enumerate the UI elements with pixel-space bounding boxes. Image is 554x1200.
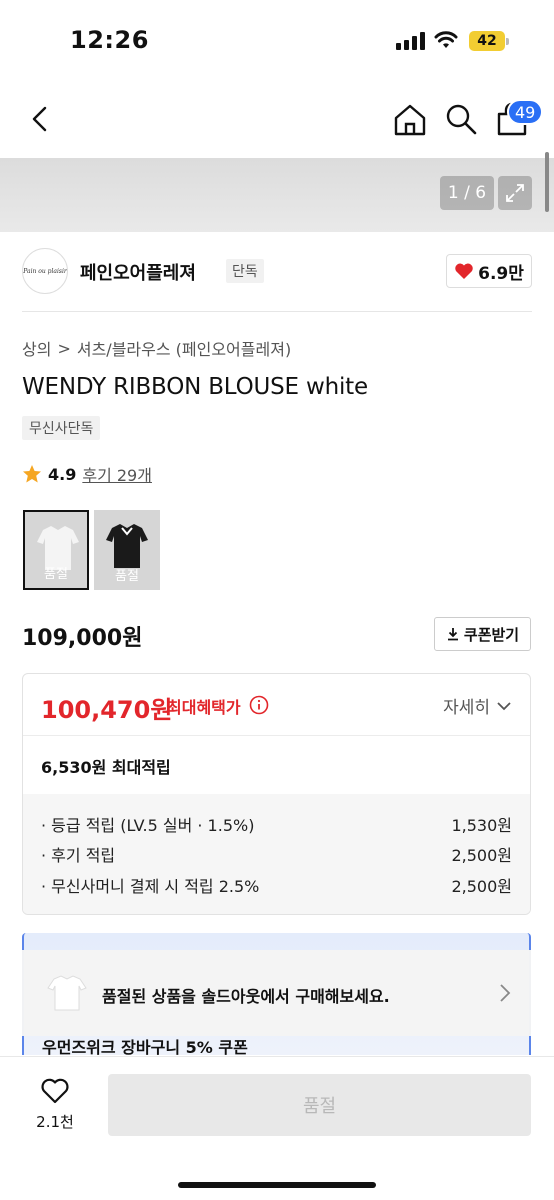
cellular-signal-icon — [396, 32, 425, 50]
max-benefit-label: 최대혜택가 — [167, 698, 241, 717]
home-indicator — [178, 1182, 376, 1188]
expand-image-button[interactable] — [498, 176, 532, 210]
cart-count-badge: 49 — [507, 99, 544, 125]
benefit-header[interactable]: 100,470원 최대혜택가 자세히 — [23, 674, 530, 736]
points-breakdown: · 등급 적립 (LV.5 실버 · 1.5%) 1,530원 · 후기 적립 … — [23, 794, 530, 914]
points-row-value: 2,500원 — [451, 877, 512, 896]
detail-toggle[interactable]: 자세히 — [443, 693, 512, 718]
gallery-page-indicator: 1 / 6 — [440, 176, 494, 210]
points-row-label: · 후기 적립 — [41, 846, 116, 865]
original-price: 109,000원 — [22, 626, 143, 651]
chevron-down-icon — [497, 701, 511, 710]
heart-filled-icon — [455, 263, 473, 279]
sold-out-label: 품절 — [115, 569, 139, 584]
breadcrumb-category[interactable]: 상의 — [22, 336, 51, 360]
expand-icon — [506, 184, 524, 202]
star-icon — [23, 465, 41, 483]
breadcrumb-subcategory[interactable]: 셔츠/블라우스 (페인오어플레져) — [77, 336, 291, 360]
color-option-black[interactable]: 품절 — [94, 510, 160, 590]
status-time: 12:26 — [70, 26, 149, 54]
breadcrumb-separator: > — [57, 338, 71, 358]
download-icon — [447, 628, 458, 641]
wifi-icon — [434, 31, 458, 48]
info-icon[interactable] — [249, 695, 269, 715]
coupon-download-button[interactable]: 쿠폰받기 — [434, 617, 531, 651]
detail-toggle-label: 자세히 — [443, 698, 490, 718]
rating-row: 4.9 후기 29개 — [22, 462, 152, 486]
points-row-value: 2,500원 — [451, 846, 512, 865]
promo-banner-text: 우먼즈위크 장바구니 5% 쿠폰 — [42, 1038, 248, 1057]
search-icon[interactable] — [444, 102, 478, 136]
points-summary: 6,530원 최대적립 — [23, 736, 530, 794]
wishlist-count: 2.1천 — [36, 1113, 74, 1131]
points-row: · 후기 적립 2,500원 — [41, 842, 512, 866]
top-navigation — [0, 80, 554, 158]
product-title: WENDY RIBBON BLOUSE white — [22, 374, 368, 400]
brand-row: Pain ou plaisir 페인오어플레져 단독 6.9만 — [22, 248, 532, 294]
brand-logo[interactable]: Pain ou plaisir — [22, 248, 68, 294]
color-option-white[interactable]: 품절 — [23, 510, 89, 590]
points-row-value: 1,530원 — [451, 816, 512, 835]
points-row: · 무신사머니 결제 시 적립 2.5% 2,500원 — [41, 873, 512, 897]
max-benefit-price: 100,470원 — [41, 696, 173, 724]
battery-icon: 42 — [469, 31, 509, 51]
exclusive-tag: 무신사단독 — [22, 416, 101, 440]
sold-out-label: 품절 — [44, 567, 68, 582]
brand-like-count: 6.9만 — [478, 263, 524, 284]
brand-exclusive-tag: 단독 — [226, 259, 264, 283]
wishlist-button[interactable]: 2.1천 — [30, 1077, 80, 1133]
rating-value: 4.9 — [48, 464, 77, 484]
brand-logo-text: Pain ou plaisir — [23, 267, 67, 275]
back-arrow-icon[interactable] — [26, 104, 56, 134]
bottom-action-bar: 2.1천 품절 — [0, 1056, 554, 1200]
points-row-label: · 등급 적립 (LV.5 실버 · 1.5%) — [41, 816, 255, 835]
benefit-box: 100,470원 최대혜택가 자세히 6,530원 최대적립 · 등급 적립 (… — [22, 673, 531, 915]
points-row-label: · 무신사머니 결제 시 적립 2.5% — [41, 877, 260, 896]
status-bar: 12:26 42 — [0, 0, 554, 80]
points-row: · 등급 적립 (LV.5 실버 · 1.5%) 1,530원 — [41, 812, 512, 836]
coupon-button-label: 쿠폰받기 — [463, 625, 520, 644]
soldout-market-card[interactable]: 품절된 상품을 솔드아웃에서 구매해보세요. — [22, 950, 531, 1036]
home-icon[interactable] — [392, 102, 428, 138]
review-link[interactable]: 후기 29개 — [82, 462, 152, 486]
divider — [22, 311, 532, 312]
breadcrumb: 상의 > 셔츠/블라우스 (페인오어플레져) — [22, 336, 291, 360]
soldout-card-text: 품절된 상품을 솔드아웃에서 구매해보세요. — [102, 987, 390, 1006]
battery-level: 42 — [469, 31, 505, 51]
chevron-right-icon — [500, 984, 511, 1002]
soldout-product-thumbnail — [47, 975, 87, 1011]
buy-button-disabled[interactable]: 품절 — [108, 1074, 531, 1136]
points-total: 6,530원 최대적립 — [41, 758, 171, 777]
brand-like-button[interactable]: 6.9만 — [446, 254, 532, 288]
heart-outline-icon — [41, 1078, 69, 1104]
scrollbar[interactable] — [545, 152, 549, 212]
brand-name[interactable]: 페인오어플레져 — [80, 259, 196, 285]
